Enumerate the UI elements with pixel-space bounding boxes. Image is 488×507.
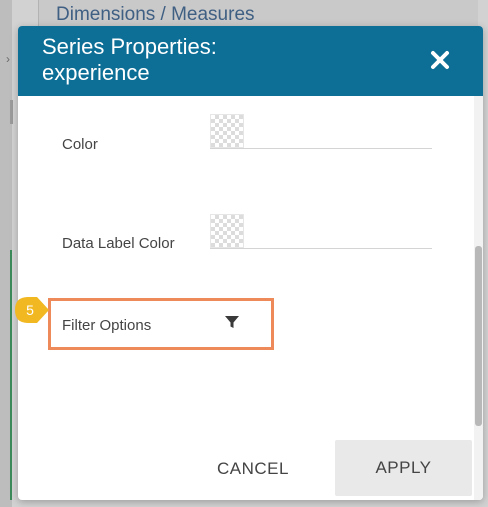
data-label-color-label: Data Label Color [62, 235, 175, 252]
dialog-title: Series Properties: experience [42, 34, 217, 85]
step-badge-number: 5 [26, 302, 34, 318]
close-icon[interactable] [426, 46, 454, 74]
cancel-button[interactable]: CANCEL [198, 444, 308, 494]
color-field-underline [210, 148, 432, 149]
filter-options-label[interactable]: Filter Options [62, 317, 151, 334]
dialog-header: Series Properties: experience [18, 26, 483, 96]
background-panel-title: Dimensions / Measures [56, 4, 255, 25]
background-arrow-icon: › [6, 52, 10, 66]
series-properties-dialog: Series Properties: experience Color Data… [18, 26, 483, 500]
data-label-color-swatch[interactable] [210, 214, 244, 248]
color-swatch[interactable] [210, 114, 244, 148]
apply-button[interactable]: APPLY [335, 440, 472, 496]
background-divider [10, 100, 13, 124]
step-badge: 5 [15, 297, 49, 323]
background-accent-line [10, 250, 12, 500]
data-label-color-underline [210, 248, 432, 249]
color-label: Color [62, 136, 98, 153]
filter-icon[interactable] [224, 314, 240, 330]
dialog-scrollbar-thumb[interactable] [475, 246, 482, 426]
